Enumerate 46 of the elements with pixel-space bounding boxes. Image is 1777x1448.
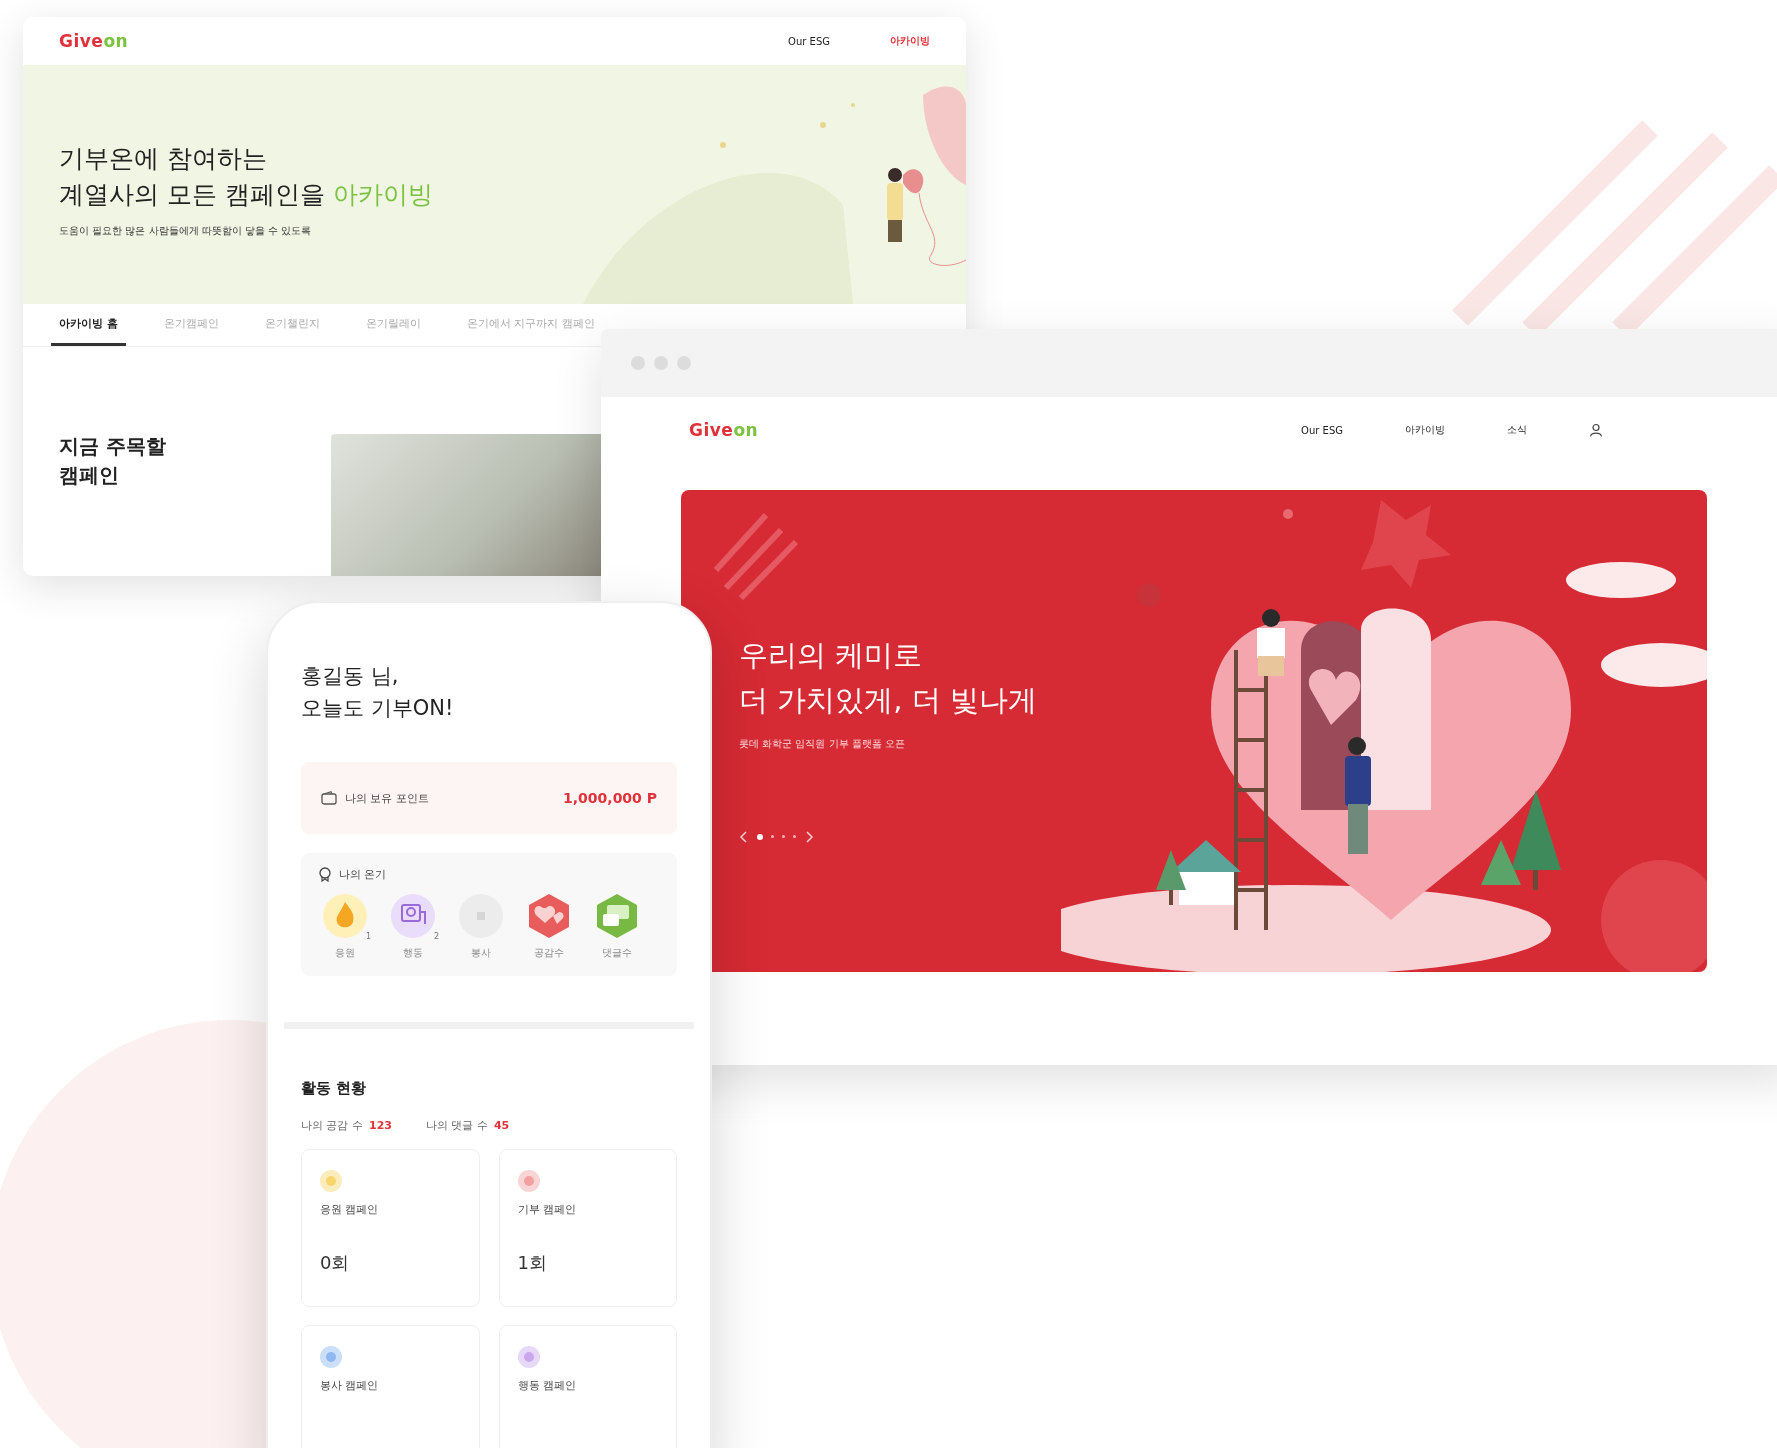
- next-arrow-icon[interactable]: [804, 830, 814, 843]
- badge-label: 행동: [403, 946, 423, 960]
- user-icon[interactable]: [1589, 423, 1603, 437]
- warmth-title: 나의 온기: [339, 867, 387, 882]
- campaign-title: 봉사 캠페인: [320, 1378, 379, 1393]
- carousel-dot[interactable]: [771, 835, 774, 839]
- badge-count: 1: [365, 932, 371, 941]
- points-label: 나의 보유 포인트: [345, 790, 429, 806]
- points-value: 1,000,000 P: [563, 790, 657, 806]
- campaign-title: 기부 캠페인: [517, 1202, 576, 1217]
- campaign-count: 0회: [320, 1251, 350, 1275]
- wallet-icon: [321, 791, 337, 805]
- campaign-card[interactable]: 행동 캠페인: [498, 1325, 677, 1448]
- medal-icon: [319, 867, 331, 882]
- carousel-dot[interactable]: [757, 833, 763, 840]
- nav-link[interactable]: 아카이빙: [890, 34, 930, 48]
- greeting-text: 홍길동 님, 오늘도 기부ON!: [301, 663, 455, 722]
- activity-stat: 나의 댓글 수 45: [425, 1118, 510, 1133]
- nav-link[interactable]: 아카이빙: [1405, 423, 1445, 437]
- carousel-dot[interactable]: [793, 835, 796, 839]
- giveon-logo[interactable]: Giveon: [59, 31, 129, 51]
- campaign-title: 응원 캠페인: [320, 1202, 379, 1217]
- campaign-card[interactable]: 봉사 캠페인: [301, 1325, 480, 1448]
- nav-link[interactable]: Our ESG: [1301, 424, 1343, 436]
- badge-label: 공감수: [534, 946, 564, 960]
- nav-link[interactable]: 소식: [1507, 423, 1527, 437]
- activity-title: 활동 현황: [301, 1079, 368, 1098]
- badge-label: 봉사: [471, 946, 491, 960]
- campaign-title: 행동 캠페인: [517, 1378, 576, 1393]
- carousel-dot[interactable]: [782, 835, 785, 839]
- archive-tab[interactable]: 아카이빙 홈: [51, 304, 126, 346]
- campaign-card[interactable]: 기부 캠페인 1회: [498, 1149, 677, 1307]
- activity-stat: 나의 공감 수 123: [301, 1118, 392, 1133]
- section-title: 지금 주목할 캠페인: [59, 433, 167, 489]
- badge-label: 응원: [335, 946, 355, 960]
- badge-label: 댓글수: [602, 946, 632, 960]
- banner-subtitle: 롯데 화학군 임직원 기부 플랫폼 오픈: [739, 736, 906, 751]
- nav-link[interactable]: Our ESG: [788, 35, 830, 47]
- giveon-logo[interactable]: Giveon: [689, 420, 759, 440]
- hero-subtitle: 도움이 필요한 많은 사람들에게 따뜻함이 닿을 수 있도록: [59, 223, 313, 238]
- previous-arrow-icon[interactable]: [739, 830, 749, 843]
- banner-title: 우리의 케미로 더 가치있게, 더 빛나게: [739, 637, 1038, 719]
- hero-title: 기부온에 참여하는 계열사의 모든 캠페인을 아카이빙: [59, 143, 434, 212]
- badge-count: 2: [433, 932, 439, 941]
- campaign-card[interactable]: 응원 캠페인 0회: [301, 1149, 480, 1307]
- campaign-count: 1회: [517, 1251, 547, 1275]
